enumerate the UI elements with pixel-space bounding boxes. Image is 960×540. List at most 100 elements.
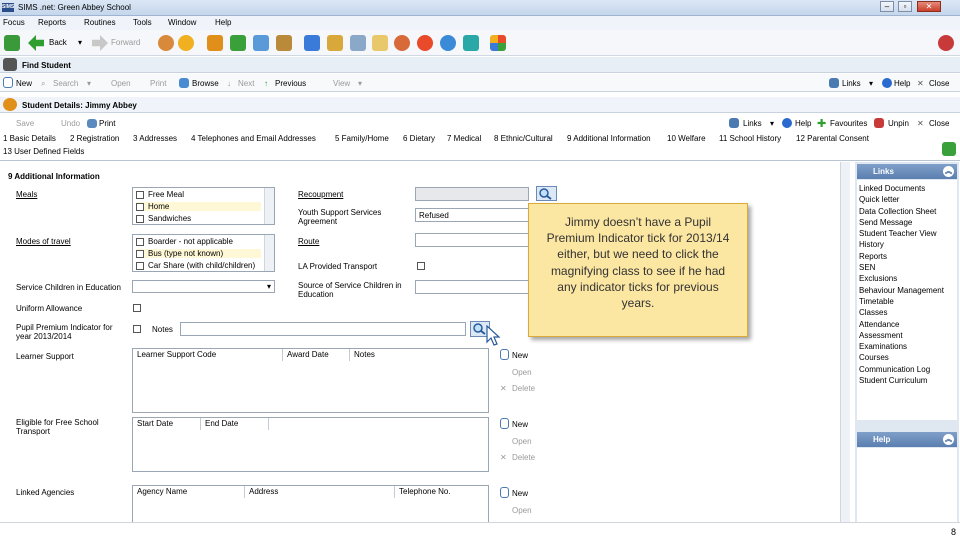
close-find-button[interactable]: Close (929, 79, 949, 88)
learner-support-delete-button[interactable]: Delete (512, 384, 535, 393)
boarder-checkbox[interactable] (136, 237, 144, 246)
color-wheel-icon[interactable] (490, 35, 506, 51)
link-reports[interactable]: Reports (859, 251, 957, 262)
undo-button[interactable]: Undo (61, 119, 80, 128)
column-header[interactable]: Learner Support Code (133, 349, 283, 361)
tab-ethnic-cultural[interactable]: 8 Ethnic/Cultural (494, 134, 553, 143)
meals-scrollbar[interactable] (264, 188, 274, 224)
column-header[interactable]: Agency Name (133, 486, 245, 498)
list-item[interactable]: Home (136, 202, 261, 211)
link-data-collection-sheet[interactable]: Data Collection Sheet (859, 206, 957, 217)
favourites-button[interactable]: Favourites (830, 119, 867, 128)
collapse-icon[interactable]: ︽ (943, 166, 954, 177)
fst-delete-button[interactable]: Delete (512, 453, 535, 462)
menu-window[interactable]: Window (168, 18, 196, 27)
links-button[interactable]: Links (842, 79, 861, 88)
links-button[interactable]: Links (743, 119, 762, 128)
help-button[interactable]: Help (894, 79, 910, 88)
link-assessment[interactable]: Assessment (859, 330, 957, 341)
link-examinations[interactable]: Examinations (859, 341, 957, 352)
link-behaviour-management[interactable]: Behaviour Management (859, 285, 957, 296)
fst-open-button[interactable]: Open (512, 437, 532, 446)
learner-support-new-button[interactable]: New (512, 351, 528, 360)
la-transport-checkbox[interactable] (417, 262, 425, 270)
meals-list[interactable]: Free Meal Home Sandwiches (132, 187, 275, 225)
link-courses[interactable]: Courses (859, 352, 957, 363)
link-exclusions[interactable]: Exclusions (859, 273, 957, 284)
previous-button[interactable]: Previous (275, 79, 306, 88)
restore-button[interactable]: ▫ (898, 1, 912, 12)
link-student-curriculum[interactable]: Student Curriculum (859, 375, 957, 386)
service-children-select[interactable]: ▾ (132, 280, 275, 293)
flag-icon[interactable] (230, 35, 246, 51)
link-history[interactable]: History (859, 239, 957, 250)
save-button[interactable]: Save (16, 119, 34, 128)
modes-of-travel-list[interactable]: Boarder - not applicable Bus (type not k… (132, 234, 275, 272)
back-arrow-icon[interactable] (28, 35, 44, 51)
search-button[interactable]: Search (53, 79, 78, 88)
list-item[interactable]: Free Meal (136, 190, 184, 199)
link-quick-letter[interactable]: Quick letter (859, 194, 957, 205)
link-classes[interactable]: Classes (859, 307, 957, 318)
list-item[interactable]: Boarder - not applicable (136, 237, 233, 246)
tab-addresses[interactable]: 3 Addresses (133, 134, 177, 143)
tab-user-defined-fields[interactable]: 13 User Defined Fields (3, 147, 84, 156)
exit-icon[interactable] (938, 35, 954, 51)
tab-basic-details[interactable]: 1 Basic Details (3, 134, 56, 143)
recoupment-search-button[interactable] (536, 186, 557, 201)
links-panel-header[interactable]: Links ︽ (857, 164, 957, 179)
learner-support-table[interactable]: Learner Support Code Award Date Notes (132, 348, 489, 413)
free-meal-checkbox[interactable] (136, 190, 144, 199)
source-service-select[interactable] (415, 280, 529, 294)
close-window-button[interactable]: ✕ (917, 1, 941, 12)
tab-additional-information[interactable]: 9 Additional Information (567, 134, 651, 143)
user-icon[interactable] (440, 35, 456, 51)
learner-support-open-button[interactable]: Open (512, 368, 532, 377)
tab-family-home[interactable]: 5 Family/Home (335, 134, 389, 143)
list-item[interactable]: Sandwiches (136, 214, 191, 223)
tab-welfare[interactable]: 10 Welfare (667, 134, 706, 143)
tab-medical[interactable]: 7 Medical (447, 134, 481, 143)
chart-icon[interactable] (253, 35, 269, 51)
youth-support-select[interactable]: Refused (415, 208, 529, 222)
links-dropdown-icon[interactable]: ▾ (770, 119, 774, 128)
link-timetable[interactable]: Timetable (859, 296, 957, 307)
ppi-notes-input[interactable] (180, 322, 466, 336)
menu-help[interactable]: Help (215, 18, 231, 27)
column-header[interactable]: Notes (350, 349, 488, 361)
tab-school-history[interactable]: 11 School History (719, 134, 781, 143)
home-checkbox[interactable] (136, 202, 144, 211)
links-dropdown-icon[interactable]: ▾ (869, 79, 873, 88)
browse-button[interactable]: Browse (192, 79, 219, 88)
people-icon[interactable] (158, 35, 174, 51)
new-button[interactable]: New (16, 79, 32, 88)
document-icon[interactable] (350, 35, 366, 51)
minimize-button[interactable]: – (880, 1, 894, 12)
menu-tools[interactable]: Tools (133, 18, 152, 27)
menu-focus[interactable]: Focus (3, 18, 25, 27)
unpin-button[interactable]: Unpin (888, 119, 909, 128)
menu-reports[interactable]: Reports (38, 18, 66, 27)
main-scrollbar[interactable] (840, 162, 850, 522)
tab-telephones[interactable]: 4 Telephones and Email Addresses (191, 134, 316, 143)
notepad-icon[interactable] (372, 35, 388, 51)
link-communication-log[interactable]: Communication Log (859, 364, 957, 375)
help-panel-header[interactable]: Help ︽ (857, 432, 957, 447)
column-header[interactable]: End Date (201, 418, 269, 430)
column-header[interactable]: Start Date (133, 418, 201, 430)
forward-arrow-icon[interactable] (92, 35, 108, 51)
column-header[interactable]: Address (245, 486, 395, 498)
menu-routines[interactable]: Routines (84, 18, 116, 27)
agencies-open-button[interactable]: Open (512, 506, 532, 515)
link-linked-documents[interactable]: Linked Documents (859, 183, 957, 194)
column-header[interactable]: Telephone No. (395, 486, 488, 498)
collapse-icon[interactable]: ︽ (943, 434, 954, 445)
refresh-panel-icon[interactable] (942, 142, 956, 156)
link-sen[interactable]: SEN (859, 262, 957, 273)
refresh-icon[interactable] (4, 35, 20, 51)
list-item[interactable]: Bus (type not known) (136, 249, 261, 258)
car-share-checkbox[interactable] (136, 261, 144, 270)
linked-agencies-table[interactable]: Agency Name Address Telephone No. (132, 485, 489, 522)
uniform-allowance-checkbox[interactable] (133, 304, 141, 312)
close-details-button[interactable]: Close (929, 119, 949, 128)
